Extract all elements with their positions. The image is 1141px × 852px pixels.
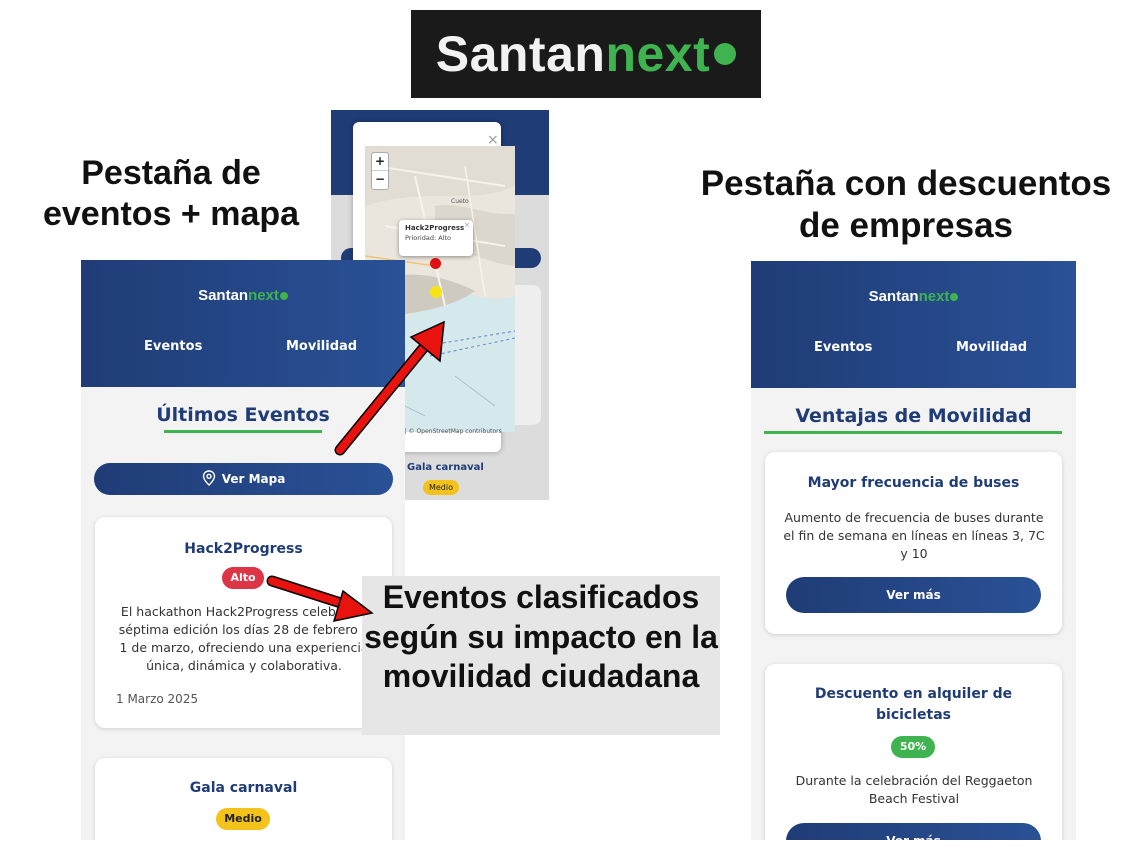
annotation-arrows xyxy=(266,320,445,622)
arrow-to-map-icon xyxy=(334,320,445,456)
arrow-to-caption-icon xyxy=(266,575,374,622)
